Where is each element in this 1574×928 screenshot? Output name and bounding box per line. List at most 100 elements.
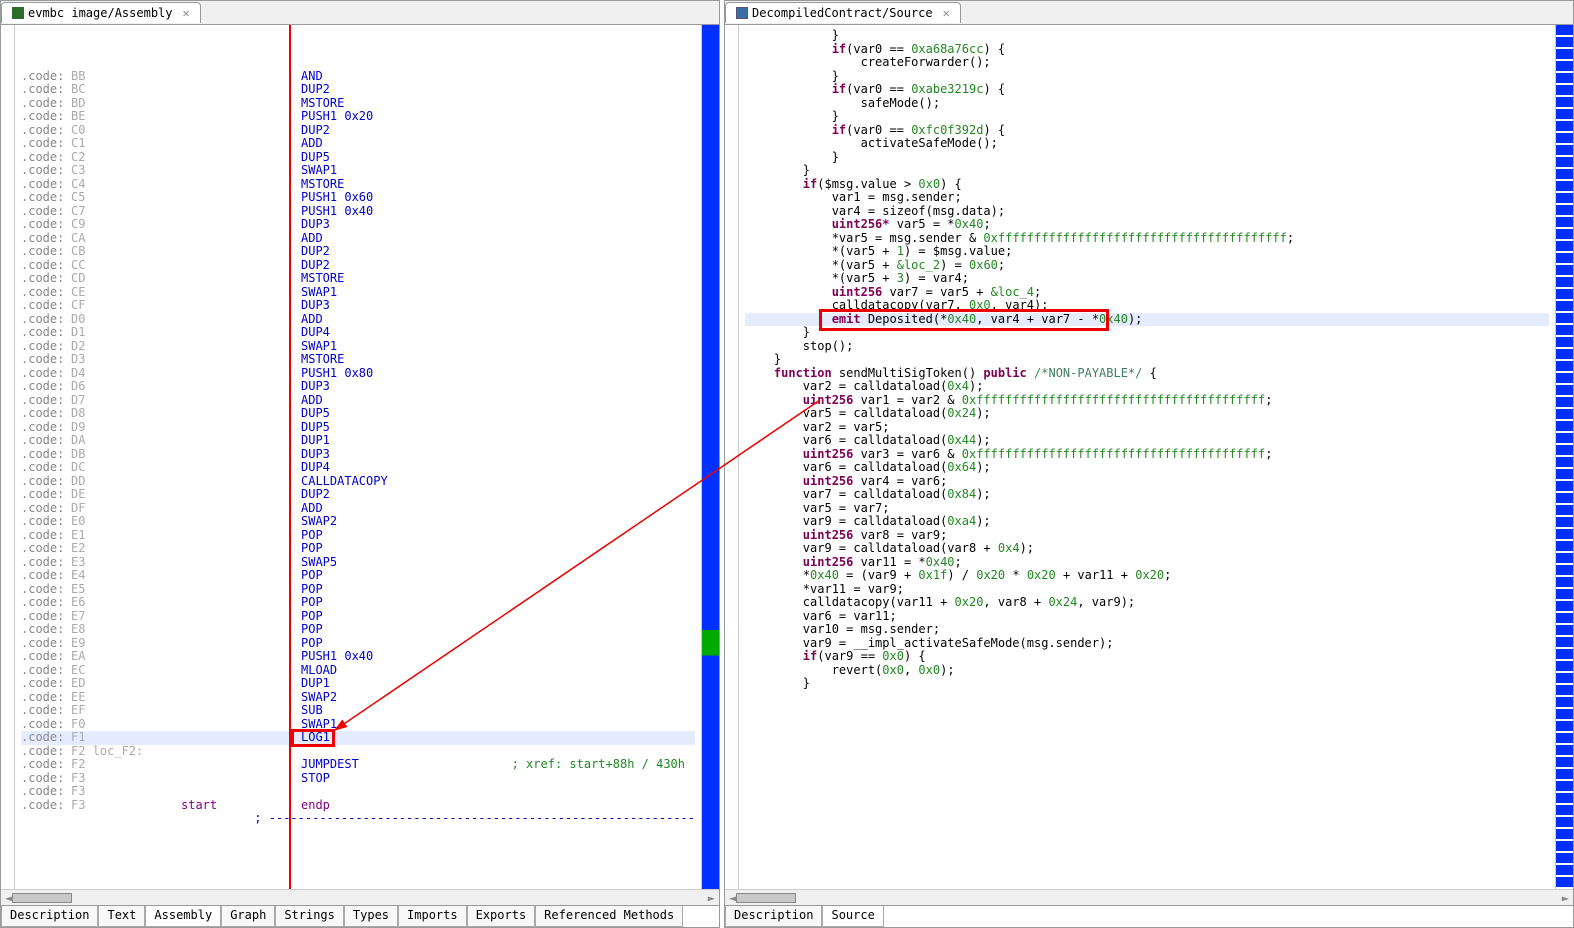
src-line[interactable]: var6 = var11; [745, 610, 1549, 624]
asm-row[interactable]: .code:ECMLOAD [21, 664, 695, 678]
source-tab[interactable]: DecompiledContract/Source ✕ [725, 2, 961, 23]
bottom-tab-description[interactable]: Description [1, 906, 98, 927]
asm-row[interactable]: .code:F3 [21, 785, 695, 799]
asm-row[interactable]: .code:D2SWAP1 [21, 340, 695, 354]
src-line[interactable]: uint256 var11 = *0x40; [745, 556, 1549, 570]
src-line[interactable]: var2 = var5; [745, 421, 1549, 435]
src-line[interactable]: var6 = calldataload(0x44); [745, 434, 1549, 448]
asm-row[interactable]: .code:C0DUP2 [21, 124, 695, 138]
asm-row[interactable]: .code:EFSUB [21, 704, 695, 718]
bottom-tab-referenced-methods[interactable]: Referenced Methods [535, 906, 683, 927]
src-line[interactable]: } [745, 151, 1549, 165]
assembly-tab[interactable]: evmbc image/Assembly ✕ [1, 2, 201, 23]
asm-row[interactable]: .code:E3SWAP5 [21, 556, 695, 570]
src-line[interactable]: var5 = calldataload(0x24); [745, 407, 1549, 421]
asm-row[interactable]: .code:C1ADD [21, 137, 695, 151]
asm-row[interactable]: .code:CBDUP2 [21, 245, 695, 259]
bottom-tab-exports[interactable]: Exports [467, 906, 536, 927]
src-line[interactable]: calldatacopy(var7, 0x0, var4); [745, 299, 1549, 313]
asm-row[interactable]: .code:D9DUP5 [21, 421, 695, 435]
asm-row[interactable]: .code:D6DUP3 [21, 380, 695, 394]
asm-row[interactable]: .code:D0ADD [21, 313, 695, 327]
src-line[interactable]: } [745, 353, 1549, 367]
asm-row[interactable]: .code:DEDUP2 [21, 488, 695, 502]
asm-row[interactable]: .code:E7POP [21, 610, 695, 624]
asm-row[interactable]: .code:D4PUSH1 0x80 [21, 367, 695, 381]
asm-row[interactable]: .code:C4MSTORE [21, 178, 695, 192]
asm-row[interactable]: .code:D7ADD [21, 394, 695, 408]
close-icon[interactable]: ✕ [183, 6, 190, 20]
src-line[interactable]: } [745, 677, 1549, 691]
asm-row[interactable]: .code:E2POP [21, 542, 695, 556]
src-line[interactable]: var9 = calldataload(0xa4); [745, 515, 1549, 529]
asm-row[interactable]: .code:C3SWAP1 [21, 164, 695, 178]
src-line[interactable]: safeMode(); [745, 97, 1549, 111]
asm-row[interactable]: .code:E0SWAP2 [21, 515, 695, 529]
src-line[interactable]: if(var0 == 0xabe3219c) { [745, 83, 1549, 97]
src-line[interactable]: *var11 = var9; [745, 583, 1549, 597]
src-line[interactable]: } [745, 29, 1549, 43]
hscroll[interactable]: ◄ ► [1, 889, 719, 905]
source-code-area[interactable]: } if(var0 == 0xa68a76cc) { createForward… [739, 25, 1555, 889]
src-line[interactable]: uint256 var4 = var6; [745, 475, 1549, 489]
bottom-tab-source[interactable]: Source [822, 906, 883, 927]
hscroll[interactable]: ◄ ► [725, 889, 1573, 905]
src-line[interactable]: } [745, 164, 1549, 178]
src-line[interactable]: } [745, 70, 1549, 84]
asm-row[interactable]: .code:E9POP [21, 637, 695, 651]
asm-row[interactable]: .code:E5POP [21, 583, 695, 597]
asm-row[interactable]: .code:E4POP [21, 569, 695, 583]
src-line[interactable]: function sendMultiSigToken() public /*NO… [745, 367, 1549, 381]
asm-row[interactable]: .code:DDCALLDATACOPY [21, 475, 695, 489]
src-line[interactable]: if(var0 == 0xa68a76cc) { [745, 43, 1549, 57]
asm-row[interactable]: .code:EAPUSH1 0x40 [21, 650, 695, 664]
asm-row[interactable]: .code:C9DUP3 [21, 218, 695, 232]
src-line[interactable]: if(var9 == 0x0) { [745, 650, 1549, 664]
asm-row[interactable]: .code:CAADD [21, 232, 695, 246]
src-line[interactable]: *(var5 + 1) = $msg.value; [745, 245, 1549, 259]
bottom-tab-description[interactable]: Description [725, 906, 822, 927]
src-line[interactable]: } [745, 110, 1549, 124]
src-line[interactable]: stop(); [745, 340, 1549, 354]
asm-row[interactable]: .code:F3STOP [21, 772, 695, 786]
src-line[interactable]: emit Deposited(*0x40, var4 + var7 - *0x4… [745, 313, 1549, 327]
asm-row[interactable]: .code:F2JUMPDEST; xref: start+88h / 430h [21, 758, 695, 772]
src-line[interactable]: if(var0 == 0xfc0f392d) { [745, 124, 1549, 138]
asm-row[interactable]: .code:DBDUP3 [21, 448, 695, 462]
asm-row[interactable]: .code:C7PUSH1 0x40 [21, 205, 695, 219]
asm-row[interactable]: .code:EESWAP2 [21, 691, 695, 705]
overview-ruler[interactable] [1555, 25, 1573, 889]
asm-row[interactable]: .code:CCDUP2 [21, 259, 695, 273]
asm-row[interactable]: .code:EDDUP1 [21, 677, 695, 691]
src-line[interactable]: var5 = var7; [745, 502, 1549, 516]
asm-row[interactable]: .code:C2DUP5 [21, 151, 695, 165]
bottom-tab-graph[interactable]: Graph [221, 906, 275, 927]
asm-row[interactable]: .code:BBAND [21, 70, 695, 84]
asm-row[interactable]: .code:C5PUSH1 0x60 [21, 191, 695, 205]
src-line[interactable]: uint256* var5 = *0x40; [745, 218, 1549, 232]
asm-row[interactable]: .code:BEPUSH1 0x20 [21, 110, 695, 124]
bottom-tab-strings[interactable]: Strings [275, 906, 344, 927]
asm-row[interactable]: .code:F0SWAP1 [21, 718, 695, 732]
asm-row[interactable]: ; --------------------------------------… [21, 812, 695, 826]
close-icon[interactable]: ✕ [943, 6, 950, 20]
bottom-tab-imports[interactable]: Imports [398, 906, 467, 927]
src-line[interactable]: var1 = msg.sender; [745, 191, 1549, 205]
src-line[interactable]: var4 = sizeof(msg.data); [745, 205, 1549, 219]
src-line[interactable]: uint256 var7 = var5 + &loc_4; [745, 286, 1549, 300]
src-line[interactable]: *(var5 + &loc_2) = 0x60; [745, 259, 1549, 273]
asm-row[interactable]: .code:F3startendp [21, 799, 695, 813]
asm-row[interactable]: .code:DFADD [21, 502, 695, 516]
asm-row[interactable]: .code:E8POP [21, 623, 695, 637]
src-line[interactable]: *var5 = msg.sender & 0xfffffffffffffffff… [745, 232, 1549, 246]
src-line[interactable]: var10 = msg.sender; [745, 623, 1549, 637]
assembly-code-area[interactable]: .code:BBAND.code:BCDUP2.code:BDMSTORE.co… [15, 25, 701, 889]
asm-row[interactable]: .code:BCDUP2 [21, 83, 695, 97]
src-line[interactable]: uint256 var8 = var9; [745, 529, 1549, 543]
bottom-tab-text[interactable]: Text [98, 906, 145, 927]
asm-row[interactable]: .code:CDMSTORE [21, 272, 695, 286]
asm-row[interactable]: .code:CFDUP3 [21, 299, 695, 313]
asm-row[interactable]: .code:DCDUP4 [21, 461, 695, 475]
src-line[interactable]: createForwarder(); [745, 56, 1549, 70]
asm-row[interactable]: .code:DADUP1 [21, 434, 695, 448]
